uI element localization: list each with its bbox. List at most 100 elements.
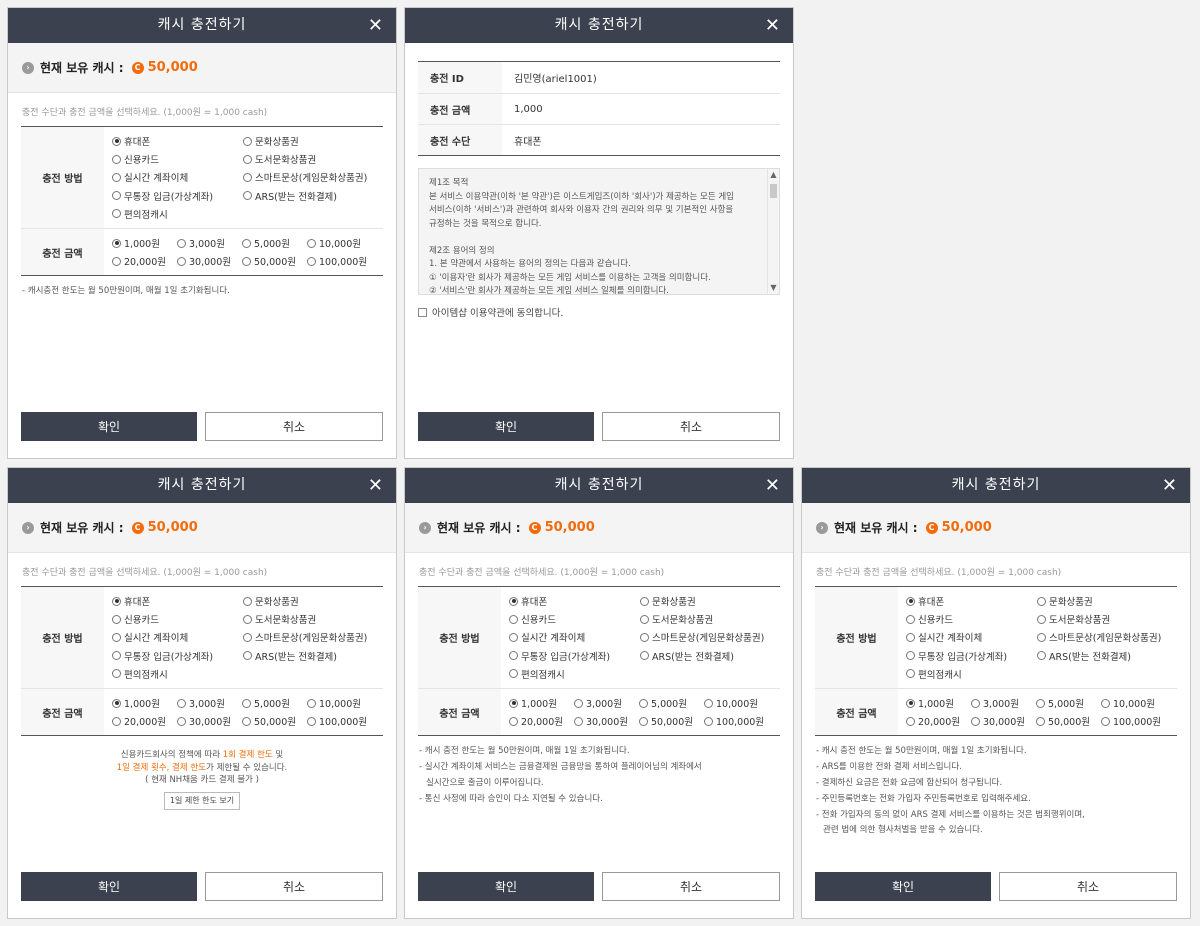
radio-icon[interactable] (112, 698, 121, 708)
amount-option[interactable]: 1,000원 (906, 694, 971, 712)
radio-icon[interactable] (307, 716, 316, 726)
radio-icon[interactable] (704, 698, 713, 708)
close-icon[interactable]: ✕ (368, 468, 384, 503)
daily-limit-button[interactable]: 1일 제한 한도 보기 (163, 791, 241, 811)
radio-icon[interactable] (243, 596, 252, 606)
radio-icon[interactable] (1036, 698, 1045, 708)
agree-checkbox-row[interactable]: 아이템샵 이용약관에 동의합니다. (418, 305, 780, 319)
method-option[interactable]: 편의점캐시 (906, 665, 1037, 683)
amount-option[interactable]: 50,000원 (242, 712, 307, 730)
amount-option[interactable]: 3,000원 (971, 694, 1036, 712)
radio-icon[interactable] (509, 716, 518, 726)
radio-icon[interactable] (509, 596, 518, 606)
method-option[interactable]: 편의점캐시 (509, 665, 640, 683)
method-option[interactable]: 무통장 입금(가상계좌) (112, 187, 243, 205)
method-option[interactable]: 편의점캐시 (112, 665, 243, 683)
amount-option[interactable]: 100,000원 (307, 712, 383, 730)
radio-icon[interactable] (509, 669, 518, 679)
radio-icon[interactable] (906, 669, 915, 679)
amount-option[interactable]: 5,000원 (639, 694, 704, 712)
scroll-up-icon[interactable]: ▲ (768, 169, 779, 181)
radio-icon[interactable] (574, 716, 583, 726)
radio-icon[interactable] (242, 698, 251, 708)
radio-icon[interactable] (112, 191, 121, 201)
amount-option[interactable]: 20,000원 (112, 712, 177, 730)
amount-option[interactable]: 50,000원 (639, 712, 704, 730)
radio-icon[interactable] (1036, 716, 1045, 726)
method-option[interactable]: 도서문화상품권 (640, 610, 780, 628)
amount-option[interactable]: 30,000원 (177, 712, 242, 730)
close-icon[interactable]: ✕ (368, 8, 384, 43)
radio-icon[interactable] (509, 632, 518, 642)
radio-icon[interactable] (640, 614, 649, 624)
radio-icon[interactable] (509, 614, 518, 624)
agree-checkbox[interactable] (418, 307, 427, 317)
amount-option[interactable]: 10,000원 (704, 694, 780, 712)
amount-option[interactable]: 30,000원 (971, 712, 1036, 730)
confirm-button[interactable]: 확인 (418, 872, 594, 901)
amount-option[interactable]: 1,000원 (112, 694, 177, 712)
radio-icon[interactable] (243, 136, 252, 146)
method-option[interactable]: 휴대폰 (509, 592, 640, 610)
radio-icon[interactable] (243, 172, 252, 182)
method-option[interactable]: 휴대폰 (112, 592, 243, 610)
amount-option[interactable]: 3,000원 (574, 694, 639, 712)
method-option[interactable]: 스마트문상(게임문화상품권) (243, 628, 383, 646)
radio-icon[interactable] (574, 698, 583, 708)
amount-option[interactable]: 20,000원 (906, 712, 971, 730)
radio-icon[interactable] (243, 632, 252, 642)
radio-icon[interactable] (704, 716, 713, 726)
radio-icon[interactable] (639, 698, 648, 708)
radio-icon[interactable] (242, 256, 251, 266)
radio-icon[interactable] (177, 238, 186, 248)
scroll-down-icon[interactable]: ▼ (768, 282, 779, 294)
method-option[interactable]: 무통장 입금(가상계좌) (509, 647, 640, 665)
confirm-button[interactable]: 확인 (418, 412, 594, 441)
amount-option[interactable]: 10,000원 (307, 694, 383, 712)
confirm-button[interactable]: 확인 (815, 872, 991, 901)
radio-icon[interactable] (307, 238, 316, 248)
radio-icon[interactable] (971, 698, 980, 708)
radio-icon[interactable] (112, 172, 121, 182)
cancel-button[interactable]: 취소 (205, 412, 383, 441)
cancel-button[interactable]: 취소 (999, 872, 1177, 901)
method-option[interactable]: 편의점캐시 (112, 205, 243, 223)
amount-option[interactable]: 50,000원 (242, 252, 307, 270)
method-option[interactable]: 문화상품권 (243, 132, 383, 150)
radio-icon[interactable] (307, 256, 316, 266)
radio-icon[interactable] (307, 698, 316, 708)
radio-icon[interactable] (112, 716, 121, 726)
radio-icon[interactable] (1101, 698, 1110, 708)
method-option[interactable]: 실시간 계좌이체 (112, 628, 243, 646)
radio-icon[interactable] (639, 716, 648, 726)
radio-icon[interactable] (906, 614, 915, 624)
amount-option[interactable]: 10,000원 (1101, 694, 1177, 712)
amount-option[interactable]: 1,000원 (112, 234, 177, 252)
close-icon[interactable]: ✕ (1162, 468, 1178, 503)
amount-option[interactable]: 20,000원 (509, 712, 574, 730)
radio-icon[interactable] (242, 716, 251, 726)
radio-icon[interactable] (112, 651, 121, 661)
confirm-button[interactable]: 확인 (21, 412, 197, 441)
amount-option[interactable]: 5,000원 (242, 234, 307, 252)
amount-option[interactable]: 30,000원 (574, 712, 639, 730)
method-option[interactable]: ARS(받는 전화결제) (640, 647, 780, 665)
radio-icon[interactable] (509, 651, 518, 661)
radio-icon[interactable] (1037, 632, 1046, 642)
method-option[interactable]: ARS(받는 전화결제) (1037, 647, 1177, 665)
radio-icon[interactable] (640, 632, 649, 642)
method-option[interactable]: 신용카드 (112, 610, 243, 628)
method-option[interactable]: 스마트문상(게임문화상품권) (640, 628, 780, 646)
method-option[interactable]: 신용카드 (509, 610, 640, 628)
method-option[interactable]: 문화상품권 (243, 592, 383, 610)
radio-icon[interactable] (243, 154, 252, 164)
radio-icon[interactable] (243, 614, 252, 624)
amount-option[interactable]: 100,000원 (1101, 712, 1177, 730)
amount-option[interactable]: 30,000원 (177, 252, 242, 270)
method-option[interactable]: 문화상품권 (1037, 592, 1177, 610)
radio-icon[interactable] (242, 238, 251, 248)
confirm-button[interactable]: 확인 (21, 872, 197, 901)
amount-option[interactable]: 3,000원 (177, 694, 242, 712)
method-option[interactable]: 도서문화상품권 (243, 150, 383, 168)
method-option[interactable]: 무통장 입금(가상계좌) (112, 647, 243, 665)
